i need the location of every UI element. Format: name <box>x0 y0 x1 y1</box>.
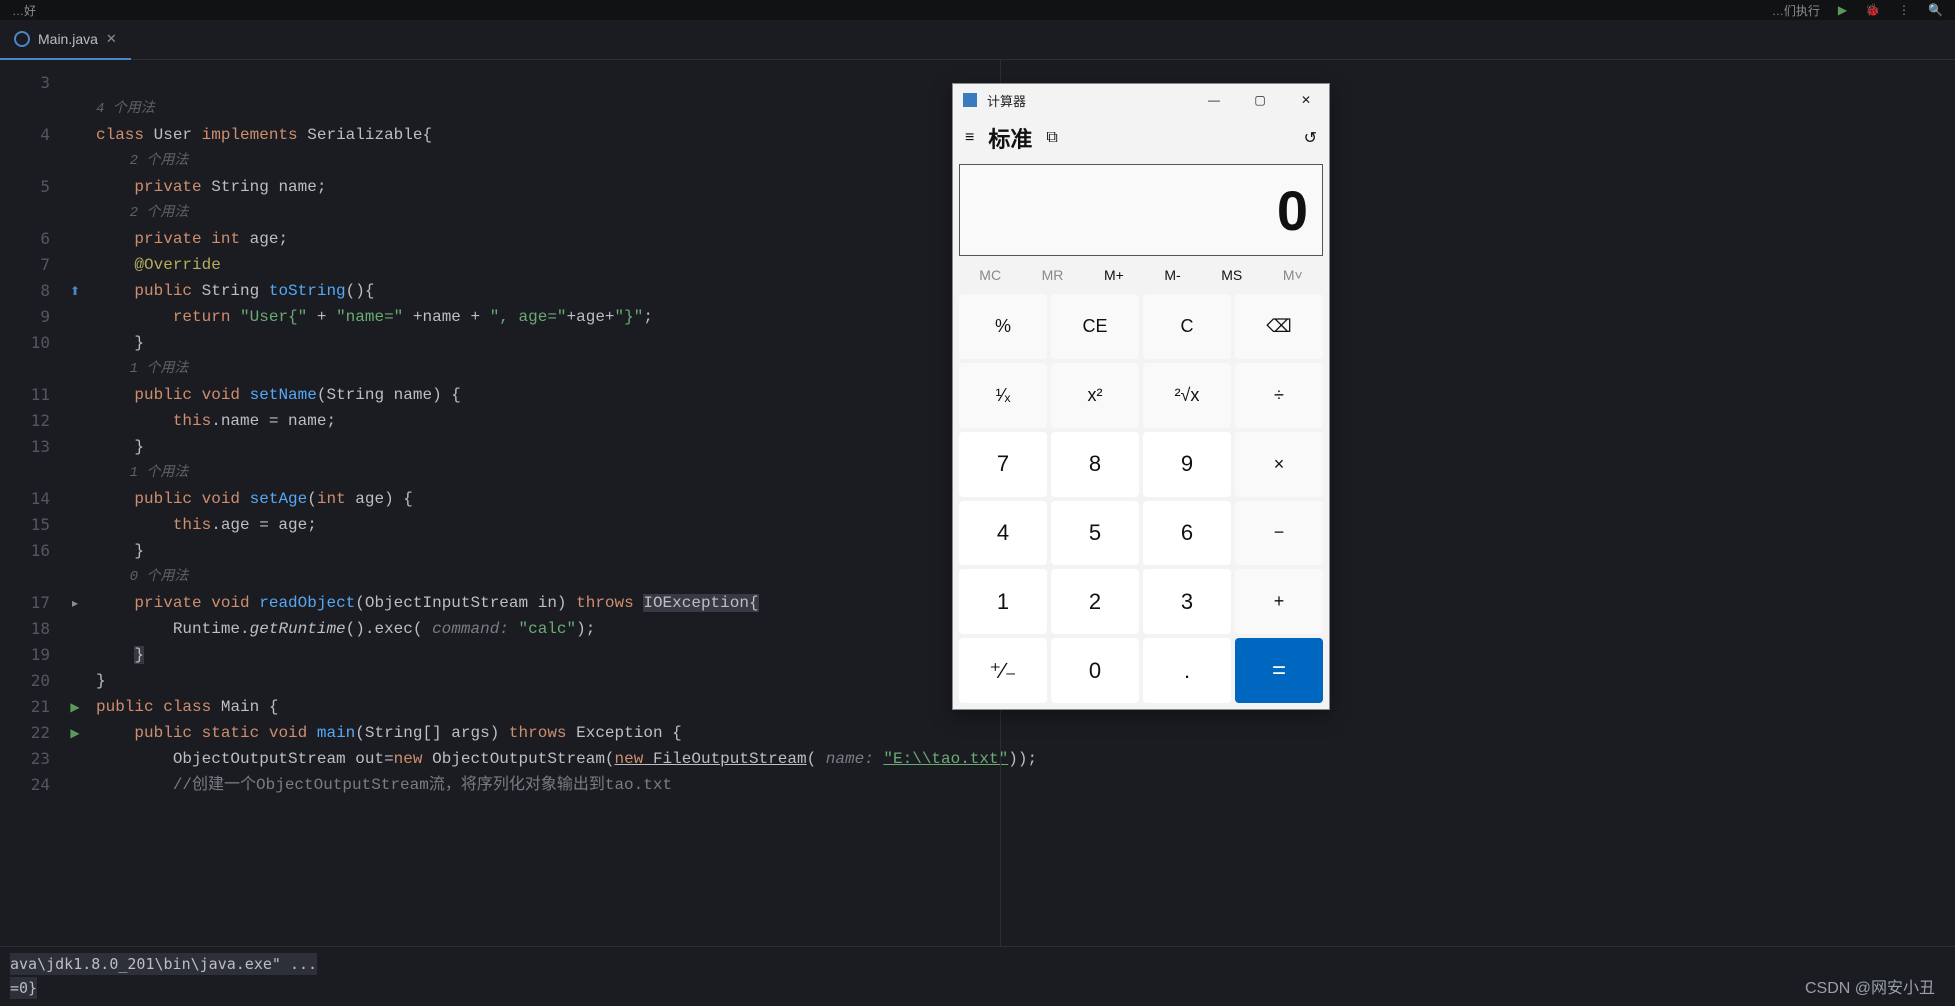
console-panel[interactable]: ava\jdk1.8.0_201\bin\java.exe" ... =0} <box>0 946 1955 1006</box>
calculator-titlebar[interactable]: 计算器 <box>953 84 1191 116</box>
calc-key-CE[interactable]: CE <box>1051 294 1139 359</box>
calc-key-×[interactable]: × <box>1235 432 1323 497</box>
run-config-label[interactable]: …们执行 <box>1772 2 1820 19</box>
calc-key-9[interactable]: 9 <box>1143 432 1231 497</box>
calc-key-+[interactable]: + <box>1235 569 1323 634</box>
bookmark-icon[interactable]: ▸ <box>72 596 78 610</box>
calc-key-=[interactable]: = <box>1235 638 1323 703</box>
calc-key-%[interactable]: % <box>959 294 1047 359</box>
calculator-mode: 标准 <box>988 122 1032 154</box>
mem-mr: MR <box>1042 267 1064 283</box>
calc-key-5[interactable]: 5 <box>1051 501 1139 566</box>
close-icon[interactable]: ✕ <box>106 31 117 47</box>
editor-tab-bar: Main.java ✕ <box>0 20 1955 60</box>
run-gutter-icon[interactable]: ▶ <box>70 700 79 714</box>
calc-key-−[interactable]: − <box>1235 501 1323 566</box>
calculator-title: 计算器 <box>987 91 1026 110</box>
calc-key-8[interactable]: 8 <box>1051 432 1139 497</box>
maximize-icon[interactable]: ▢ <box>1237 84 1283 116</box>
calc-key-3[interactable]: 3 <box>1143 569 1231 634</box>
calc-key-⁺∕₋[interactable]: ⁺∕₋ <box>959 638 1047 703</box>
mem-mdrop: M˅ <box>1283 267 1303 283</box>
calculator-icon <box>963 93 977 107</box>
console-line: =0} <box>10 977 37 999</box>
hamburger-icon[interactable]: ≡ <box>965 129 974 147</box>
calc-key-¹⁄ₓ[interactable]: ¹⁄ₓ <box>959 363 1047 428</box>
search-icon[interactable]: 🔍 <box>1928 3 1943 17</box>
calculator-window: 计算器 — ▢ ✕ ≡ 标准 ⧉ ↺ 0 MC MR M+ M- MS M˅ %… <box>952 83 1330 710</box>
mem-mc: MC <box>979 267 1001 283</box>
java-class-icon <box>14 31 30 47</box>
console-line: ava\jdk1.8.0_201\bin\java.exe" ... <box>10 953 317 975</box>
mem-ms[interactable]: MS <box>1221 267 1242 283</box>
calc-key-2[interactable]: 2 <box>1051 569 1139 634</box>
calculator-keypad: %CEC⌫ ¹⁄ₓx²²√x÷ 789× 456− 123+ ⁺∕₋0.= <box>953 290 1329 709</box>
calculator-toolbar: ≡ 标准 ⧉ ↺ <box>953 116 1329 160</box>
calc-key-²√x[interactable]: ²√x <box>1143 363 1231 428</box>
top-menu-bar: …好 …们执行 ▶ 🐞 ⋮ 🔍 <box>0 0 1955 20</box>
calculator-display: 0 <box>959 164 1323 256</box>
tab-filename: Main.java <box>38 31 98 47</box>
line-number-gutter: 3456789101112131415161718192021222324 <box>0 60 60 940</box>
keep-on-top-icon[interactable]: ⧉ <box>1046 129 1057 147</box>
calc-key-7[interactable]: 7 <box>959 432 1047 497</box>
calc-key-x²[interactable]: x² <box>1051 363 1139 428</box>
minimize-icon[interactable]: — <box>1191 84 1237 116</box>
calc-key-.[interactable]: . <box>1143 638 1231 703</box>
history-icon[interactable]: ↺ <box>1304 128 1317 148</box>
debug-icon[interactable]: 🐞 <box>1865 3 1880 17</box>
calc-key-6[interactable]: 6 <box>1143 501 1231 566</box>
calculator-memory-bar: MC MR M+ M- MS M˅ <box>953 260 1329 290</box>
menu-left[interactable]: …好 <box>12 2 36 19</box>
calc-key-4[interactable]: 4 <box>959 501 1047 566</box>
icon-gutter: ⬆ ▸ ▶ ▶ <box>60 60 90 940</box>
mem-mminus[interactable]: M- <box>1164 267 1180 283</box>
calc-key-1[interactable]: 1 <box>959 569 1047 634</box>
run-icon[interactable]: ▶ <box>1838 3 1847 17</box>
run-gutter-icon[interactable]: ▶ <box>70 726 79 740</box>
calc-key-C[interactable]: C <box>1143 294 1231 359</box>
close-icon[interactable]: ✕ <box>1283 84 1329 116</box>
more-icon[interactable]: ⋮ <box>1898 3 1910 17</box>
watermark: CSDN @网安小丑 <box>1805 974 1935 998</box>
calc-key-⌫[interactable]: ⌫ <box>1235 294 1323 359</box>
override-icon[interactable]: ⬆ <box>70 284 80 298</box>
mem-mplus[interactable]: M+ <box>1104 267 1124 283</box>
calc-key-0[interactable]: 0 <box>1051 638 1139 703</box>
calc-key-÷[interactable]: ÷ <box>1235 363 1323 428</box>
tab-main-java[interactable]: Main.java ✕ <box>0 20 131 60</box>
